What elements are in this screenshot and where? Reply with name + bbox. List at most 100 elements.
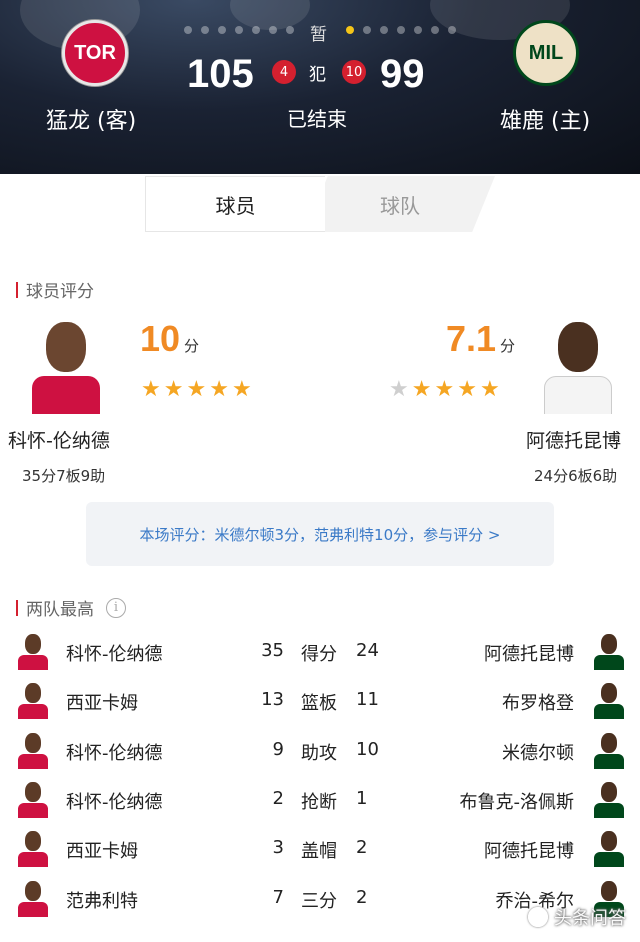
right-leader-name[interactable]: 阿德托昆博 xyxy=(484,837,574,863)
timeout-dot xyxy=(218,26,226,34)
right-leader-photo[interactable] xyxy=(592,829,626,868)
leader-row[interactable]: 科怀-伦纳德 35 得分 24 阿德托昆博 xyxy=(0,630,640,679)
face xyxy=(25,831,41,852)
timeout-dots-away xyxy=(184,26,294,34)
left-leader-name[interactable]: 范弗利特 xyxy=(66,887,138,913)
timeout-dots-home xyxy=(346,26,456,34)
scoreboard-header: TOR MIL 猛龙 (客) 雄鹿 (主) 暂 105 4 犯 10 99 已结… xyxy=(0,0,640,174)
timeout-dot xyxy=(252,26,260,34)
right-player-rating: 7.1 分 xyxy=(446,318,515,360)
home-fouls-badge: 10 xyxy=(342,60,366,84)
jersey xyxy=(32,376,100,414)
right-player-photo[interactable] xyxy=(540,314,616,414)
left-leader-value: 35 xyxy=(261,640,284,661)
left-leader-photo[interactable] xyxy=(16,780,50,818)
leader-row[interactable]: 科怀-伦纳德 9 助攻 10 米德尔顿 xyxy=(0,729,640,778)
right-leader-photo[interactable] xyxy=(592,632,626,670)
face xyxy=(601,683,617,704)
face xyxy=(46,322,86,372)
heading-accent-bar xyxy=(16,599,18,616)
left-leader-value: 13 xyxy=(261,689,284,711)
timeout-dot xyxy=(286,26,294,34)
left-leader-name[interactable]: 西亚卡姆 xyxy=(66,689,138,715)
away-team-name: 猛龙 (客) xyxy=(46,109,137,134)
left-player-photo[interactable] xyxy=(28,314,104,414)
jersey xyxy=(594,852,624,868)
jersey xyxy=(544,376,612,414)
timeout-dot xyxy=(184,26,192,34)
left-leader-name[interactable]: 科怀-伦纳德 xyxy=(66,739,163,765)
away-team-logo[interactable]: TOR xyxy=(62,20,128,86)
left-leader-name[interactable]: 西亚卡姆 xyxy=(66,837,138,863)
face xyxy=(25,683,41,704)
right-leader-value: 11 xyxy=(356,689,379,711)
right-leader-value: 24 xyxy=(356,640,379,661)
left-player-name[interactable]: 科怀-伦纳德 xyxy=(8,426,110,453)
tab-teams[interactable]: 球队 xyxy=(305,176,495,232)
face xyxy=(601,634,617,654)
star-filled-icon: ★ xyxy=(186,377,207,402)
left-leader-photo[interactable] xyxy=(16,879,50,917)
stat-category: 抢断 xyxy=(301,791,337,813)
heading-accent-bar xyxy=(16,281,18,298)
face xyxy=(25,634,41,654)
right-player-name[interactable]: 阿德托昆博 xyxy=(526,426,621,453)
left-player-rating: 10 分 xyxy=(140,318,199,360)
left-leader-value: 7 xyxy=(272,886,284,908)
timeout-dot xyxy=(201,26,209,34)
face xyxy=(25,880,41,901)
jersey xyxy=(18,901,48,917)
away-team-abbr: TOR xyxy=(74,41,116,64)
right-leader-photo[interactable] xyxy=(592,681,626,720)
home-team-name: 雄鹿 (主) xyxy=(500,109,591,134)
game-status: 已结束 xyxy=(287,107,347,131)
left-leader-name[interactable]: 科怀-伦纳德 xyxy=(66,788,163,814)
face xyxy=(601,732,617,753)
left-leader-photo[interactable] xyxy=(16,681,50,720)
away-score: 105 xyxy=(187,52,254,96)
home-team-abbr: MIL xyxy=(528,41,564,64)
jersey xyxy=(594,655,624,670)
face xyxy=(601,880,617,901)
star-filled-icon: ★ xyxy=(434,377,455,402)
jersey xyxy=(18,655,48,670)
leader-row[interactable]: 科怀-伦纳德 2 抢断 1 布鲁克-洛佩斯 xyxy=(0,778,640,827)
right-leader-photo[interactable] xyxy=(592,731,626,769)
left-leader-name[interactable]: 科怀-伦纳德 xyxy=(66,640,163,666)
left-leader-photo[interactable] xyxy=(16,731,50,769)
rating-value: 10 xyxy=(140,318,181,359)
stat-category: 得分 xyxy=(301,644,337,665)
player-rating-heading: 球员评分 xyxy=(16,277,94,302)
right-leader-name[interactable]: 阿德托昆博 xyxy=(484,640,574,666)
rating-value: 7.1 xyxy=(446,318,497,359)
star-filled-icon: ★ xyxy=(457,377,477,402)
leader-row[interactable]: 西亚卡姆 13 篮板 11 布罗格登 xyxy=(0,679,640,728)
left-player-stars[interactable]: ★ ★ ★ ★ ★ xyxy=(141,377,252,402)
right-leader-name[interactable]: 米德尔顿 xyxy=(502,739,574,765)
stat-category: 篮板 xyxy=(301,693,337,715)
jersey xyxy=(18,852,48,868)
player-rating-title: 球员评分 xyxy=(26,282,94,302)
timeout-dot xyxy=(414,26,422,34)
home-team-logo[interactable]: MIL xyxy=(513,20,579,86)
stat-category: 三分 xyxy=(301,890,337,912)
tab-players[interactable]: 球员 xyxy=(145,176,325,232)
left-leader-photo[interactable] xyxy=(16,829,50,868)
right-player-stars[interactable]: ★ ★ ★ ★ ★ xyxy=(389,377,500,402)
face xyxy=(25,781,41,802)
right-leader-name[interactable]: 布鲁克-洛佩斯 xyxy=(460,788,575,814)
right-leader-photo[interactable] xyxy=(592,780,626,818)
left-leader-photo[interactable] xyxy=(16,632,50,670)
star-filled-icon: ★ xyxy=(479,377,500,402)
left-leader-value: 3 xyxy=(272,837,284,859)
away-fouls-badge: 4 xyxy=(272,60,296,84)
right-leader-value: 10 xyxy=(356,738,379,760)
view-tabs: 球队 球员 xyxy=(145,176,495,232)
info-icon[interactable]: i xyxy=(106,597,126,618)
right-leader-name[interactable]: 布罗格登 xyxy=(502,689,574,715)
jersey xyxy=(594,802,624,818)
team-leaders-heading: 两队最高 i xyxy=(16,595,126,620)
toutiao-logo-icon xyxy=(528,907,548,927)
vote-rating-link[interactable]: 本场评分：米德尔顿3分，范弗利特10分，参与评分 > xyxy=(86,502,554,566)
leader-row[interactable]: 西亚卡姆 3 盖帽 2 阿德托昆博 xyxy=(0,827,640,876)
